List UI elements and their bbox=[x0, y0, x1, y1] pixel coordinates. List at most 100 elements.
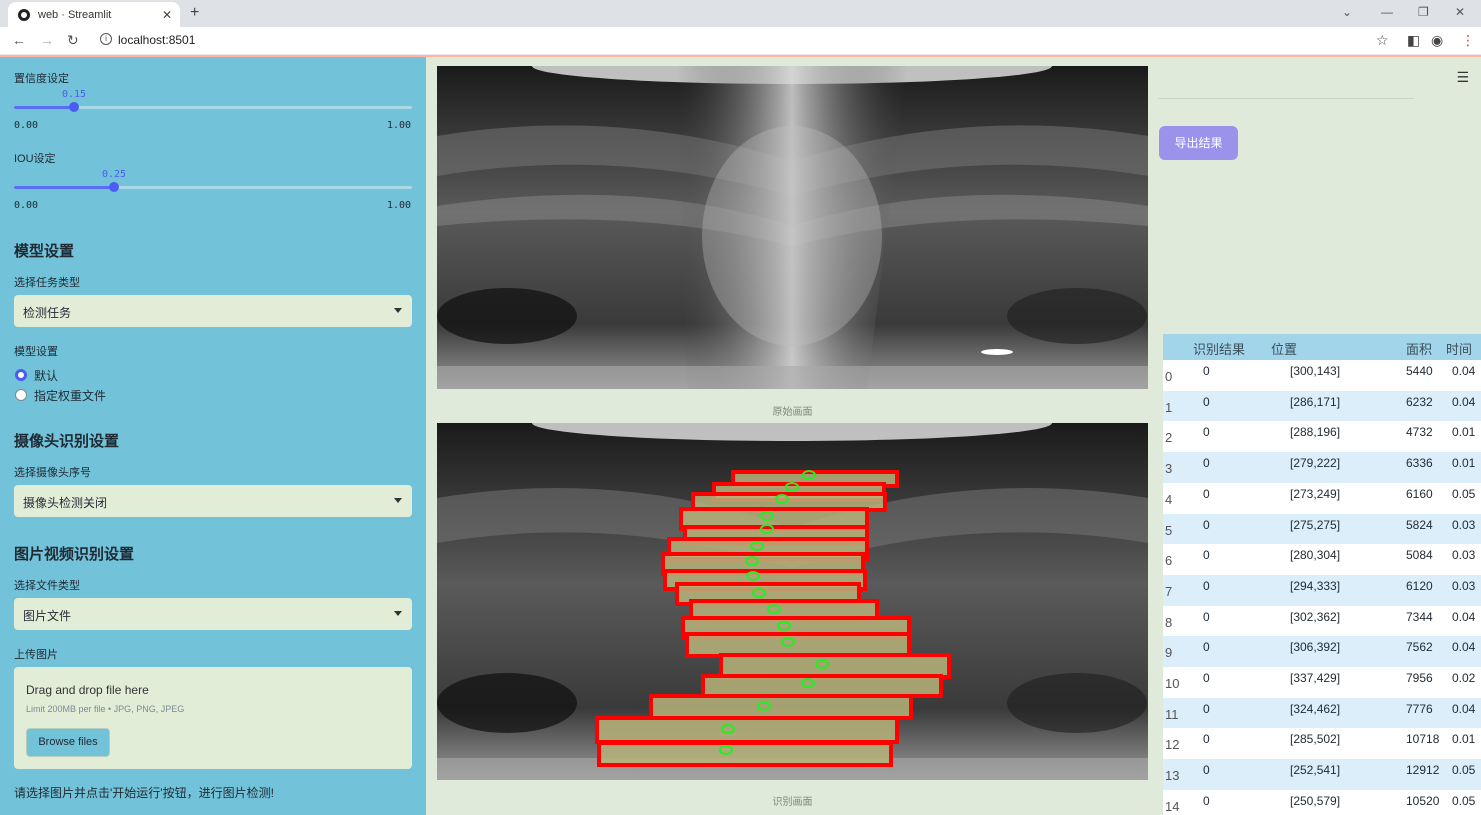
cell-position: [294,333] bbox=[1290, 578, 1341, 593]
table-row[interactable]: 5 0 [275,275] 5824 0.03 bbox=[1163, 513, 1481, 545]
radio-default[interactable] bbox=[15, 369, 27, 381]
browse-files-button[interactable]: Browse files bbox=[26, 728, 110, 757]
cell-result: 0 bbox=[1203, 486, 1210, 501]
profile-icon[interactable]: ◉ bbox=[1431, 32, 1443, 49]
row-index: 12 bbox=[1165, 737, 1180, 753]
cell-result: 0 bbox=[1203, 394, 1210, 409]
restore-icon[interactable]: ❐ bbox=[1418, 5, 1429, 19]
table-row[interactable]: 6 0 [280,304] 5084 0.03 bbox=[1163, 544, 1481, 575]
tab-search-icon[interactable]: ⌄ bbox=[1342, 5, 1352, 19]
cell-result: 0 bbox=[1203, 701, 1210, 716]
bookmark-star-icon[interactable]: ☆ bbox=[1376, 32, 1389, 49]
close-tab-icon[interactable]: ✕ bbox=[162, 8, 172, 22]
row-index: 14 bbox=[1165, 798, 1180, 814]
table-row[interactable]: 0 0 [300,143] 5440 0.04 bbox=[1163, 360, 1481, 391]
conf-value: 0.15 bbox=[62, 89, 87, 100]
header-time[interactable]: 时间 bbox=[1446, 339, 1472, 358]
export-results-button[interactable]: 导出结果 bbox=[1159, 126, 1238, 160]
forward-icon[interactable]: → bbox=[40, 32, 54, 48]
iou-slider-thumb[interactable] bbox=[109, 182, 119, 192]
back-icon[interactable]: ← bbox=[12, 32, 26, 48]
cell-result: 0 bbox=[1203, 364, 1210, 378]
table-row[interactable]: 14 0 [250,579] 10520 0.05 bbox=[1163, 789, 1481, 815]
table-row[interactable]: 9 0 [306,392] 7562 0.04 bbox=[1163, 636, 1481, 667]
cell-area: 4732 bbox=[1406, 425, 1433, 440]
menu-dots-icon[interactable]: ⋮ bbox=[1461, 32, 1475, 49]
browser-tab[interactable]: web · Streamlit ✕ bbox=[8, 2, 180, 27]
row-index: 10 bbox=[1165, 676, 1180, 691]
conf-slider-thumb[interactable] bbox=[69, 102, 79, 112]
cell-area: 7344 bbox=[1406, 609, 1433, 624]
minimize-icon[interactable]: — bbox=[1381, 5, 1393, 19]
cell-position: [302,362] bbox=[1290, 609, 1341, 624]
hamburger-menu-icon[interactable]: ☰ bbox=[1456, 69, 1469, 86]
cell-area: 7956 bbox=[1406, 671, 1433, 685]
table-row[interactable]: 4 0 [273,249] 6160 0.05 bbox=[1163, 482, 1481, 514]
cell-time: 0.05 bbox=[1452, 763, 1476, 778]
cell-time: 0.01 bbox=[1452, 732, 1476, 747]
original-image bbox=[437, 66, 1148, 389]
header-area[interactable]: 面积 bbox=[1406, 339, 1432, 358]
cell-position: [279,222] bbox=[1290, 456, 1341, 471]
table-row[interactable]: 10 0 [337,429] 7956 0.02 bbox=[1163, 667, 1481, 698]
cell-result: 0 bbox=[1203, 517, 1210, 532]
camera-select[interactable]: 摄像头检测关闭 bbox=[14, 485, 412, 517]
cell-position: [275,275] bbox=[1290, 517, 1341, 532]
table-row[interactable]: 13 0 [252,541] 12912 0.05 bbox=[1163, 759, 1481, 790]
cell-result: 0 bbox=[1203, 732, 1210, 747]
cell-result: 0 bbox=[1203, 763, 1210, 778]
task-type-select[interactable]: 检测任务 bbox=[14, 295, 412, 327]
iou-slider-fill bbox=[14, 186, 114, 189]
iou-max: 1.00 bbox=[387, 200, 412, 211]
close-window-icon[interactable]: ✕ bbox=[1455, 5, 1465, 19]
main-content: 原始画面 识别画面 ☰ 导出结果 识别结果 位置 面积 时间 0 0 [300,… bbox=[426, 57, 1481, 815]
file-type-select[interactable]: 图片文件 bbox=[14, 598, 412, 630]
file-dropzone[interactable]: Drag and drop file here Limit 200MB per … bbox=[14, 667, 412, 769]
url-field[interactable]: localhost:8501 bbox=[118, 33, 195, 47]
cell-area: 6120 bbox=[1406, 578, 1433, 593]
tab-title: web · Streamlit bbox=[38, 8, 112, 21]
table-row[interactable]: 8 0 [302,362] 7344 0.04 bbox=[1163, 605, 1481, 637]
cell-position: [285,502] bbox=[1290, 732, 1341, 747]
cell-result: 0 bbox=[1203, 640, 1210, 655]
site-info-icon[interactable]: i bbox=[100, 33, 112, 45]
table-row[interactable]: 11 0 [324,462] 7776 0.04 bbox=[1163, 697, 1481, 729]
row-index: 5 bbox=[1165, 522, 1173, 538]
camera-index-label: 选择摄像头序号 bbox=[14, 467, 91, 479]
cell-position: [337,429] bbox=[1290, 671, 1341, 685]
cell-time: 0.04 bbox=[1452, 394, 1476, 409]
detection-image bbox=[437, 423, 1148, 780]
table-row[interactable]: 12 0 [285,502] 10718 0.01 bbox=[1163, 728, 1481, 760]
side-panel-icon[interactable]: ◧ bbox=[1407, 32, 1420, 49]
cell-area: 10520 bbox=[1406, 793, 1440, 808]
cell-area: 6160 bbox=[1406, 486, 1433, 501]
cell-time: 0.04 bbox=[1452, 609, 1476, 624]
table-row[interactable]: 3 0 [279,222] 6336 0.01 bbox=[1163, 452, 1481, 483]
results-table[interactable]: 识别结果 位置 面积 时间 0 0 [300,143] 5440 0.04 1 0 [286,… bbox=[1163, 334, 1481, 815]
table-row[interactable]: 7 0 [294,333] 6120 0.03 bbox=[1163, 574, 1481, 606]
radio-custom-weights[interactable] bbox=[15, 389, 27, 401]
cell-position: [280,304] bbox=[1290, 548, 1341, 563]
table-row[interactable]: 1 0 [286,171] 6232 0.04 bbox=[1163, 390, 1481, 422]
cell-area: 6232 bbox=[1406, 394, 1433, 409]
cell-position: [324,462] bbox=[1290, 701, 1341, 716]
cell-result: 0 bbox=[1203, 578, 1210, 593]
new-tab-icon[interactable]: + bbox=[190, 4, 199, 22]
cell-area: 5084 bbox=[1406, 548, 1433, 563]
sidebar: 置信度设定 0.15 0.00 1.00 IOU设定 0.25 0.00 1.0… bbox=[0, 57, 426, 815]
cell-position: [300,143] bbox=[1290, 364, 1341, 378]
iou-slider[interactable] bbox=[14, 182, 412, 192]
file-settings-header: 图片视频识别设置 bbox=[14, 546, 135, 563]
header-position[interactable]: 位置 bbox=[1271, 339, 1297, 358]
conf-slider[interactable] bbox=[14, 102, 412, 112]
cell-position: [250,579] bbox=[1290, 793, 1341, 808]
row-index: 11 bbox=[1165, 706, 1179, 722]
cell-time: 0.04 bbox=[1452, 640, 1476, 655]
cell-time: 0.03 bbox=[1452, 578, 1476, 593]
tab-bar: web · Streamlit ✕ + ⌄ — ❐ ✕ bbox=[0, 0, 1481, 27]
header-result[interactable]: 识别结果 bbox=[1193, 339, 1245, 358]
reload-icon[interactable]: ↻ bbox=[67, 32, 79, 49]
instruction-note: 请选择图片并点击'开始运行'按钮，进行图片检测! bbox=[14, 786, 274, 800]
table-row[interactable]: 2 0 [288,196] 4732 0.01 bbox=[1163, 421, 1481, 453]
row-index: 13 bbox=[1165, 768, 1180, 784]
